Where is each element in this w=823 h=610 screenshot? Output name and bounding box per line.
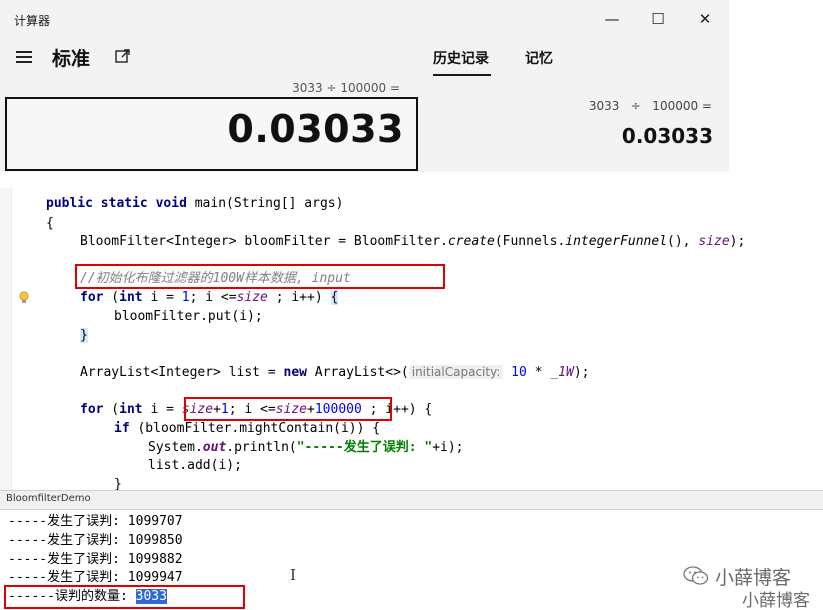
run-tab-bar: BloomfilterDemo xyxy=(0,490,823,510)
code-line-main: public static void main(String[] args) xyxy=(46,196,344,211)
code-line-open-brace: { xyxy=(46,216,54,231)
maximize-button[interactable]: ☐ xyxy=(643,6,673,32)
expression-display: 3033 ÷ 100000 = xyxy=(292,81,400,95)
output-line: -----发生了误判: 1099707 xyxy=(8,514,183,529)
result-display: 0.03033 xyxy=(5,97,418,171)
console-output[interactable]: -----发生了误判: 1099707 -----发生了误判: 1099850 … xyxy=(0,510,823,610)
history-result[interactable]: 0.03033 xyxy=(560,124,713,148)
lightbulb-icon[interactable] xyxy=(18,290,30,304)
active-tab-indicator xyxy=(433,74,491,76)
output-line: -----发生了误判: 1099947 xyxy=(8,570,183,585)
tab-memory[interactable]: 记忆 xyxy=(525,48,553,68)
calculator-window: 计算器 — ☐ ✕ 标准 历史记录 记忆 3033 ÷ 100000 = 0.0… xyxy=(0,0,729,172)
editor-gutter xyxy=(0,188,12,490)
code-line-create-filter: BloomFilter<Integer> bloomFilter = Bloom… xyxy=(80,234,746,249)
output-count-line: ------误判的数量: 3033 xyxy=(8,589,167,604)
selected-count: 3033 xyxy=(135,589,167,604)
keep-on-top-icon[interactable] xyxy=(114,47,132,65)
code-line-comment: //初始化布隆过滤器的100W样本数据, input xyxy=(80,271,351,286)
code-editor[interactable]: public static void main(String[] args) {… xyxy=(0,188,823,490)
code-line-if: if (bloomFilter.mightContain(i)) { xyxy=(114,421,381,436)
run-tab-bloomfilterdemo[interactable]: BloomfilterDemo xyxy=(6,493,91,504)
watermark-text-secondary: 小薛博客 xyxy=(742,591,810,610)
window-title: 计算器 xyxy=(14,14,51,28)
result-value: 0.03033 xyxy=(227,107,404,151)
code-line-println: System.out.println("-----发生了误判: "+i); xyxy=(148,440,464,455)
wechat-icon xyxy=(682,565,710,587)
code-line-arraylist: ArrayList<Integer> list = new ArrayList<… xyxy=(80,365,590,380)
tab-history[interactable]: 历史记录 xyxy=(433,48,489,68)
text-cursor-icon: I xyxy=(290,566,296,584)
code-line-put: bloomFilter.put(i); xyxy=(114,309,263,324)
close-button[interactable]: ✕ xyxy=(690,6,720,32)
output-line: -----发生了误判: 1099882 xyxy=(8,552,183,567)
code-line-close-brace: } xyxy=(80,328,88,343)
minimize-button[interactable]: — xyxy=(597,6,627,32)
code-line-list-add: list.add(i); xyxy=(148,458,242,473)
hamburger-icon[interactable] xyxy=(14,48,36,66)
history-expression[interactable]: 3033 ÷ 100000 = xyxy=(560,99,712,113)
output-line: -----发生了误判: 1099850 xyxy=(8,533,183,548)
code-line-for-insert: for (int i = 1; i <=size ; i++) { xyxy=(80,290,339,305)
code-line-inner-close: } xyxy=(114,477,122,490)
code-line-for-check: for (int i = size+1; i <=size+100000 ; i… xyxy=(80,402,433,417)
mode-title: 标准 xyxy=(52,48,91,70)
parameter-hint: initialCapacity: xyxy=(408,365,504,379)
